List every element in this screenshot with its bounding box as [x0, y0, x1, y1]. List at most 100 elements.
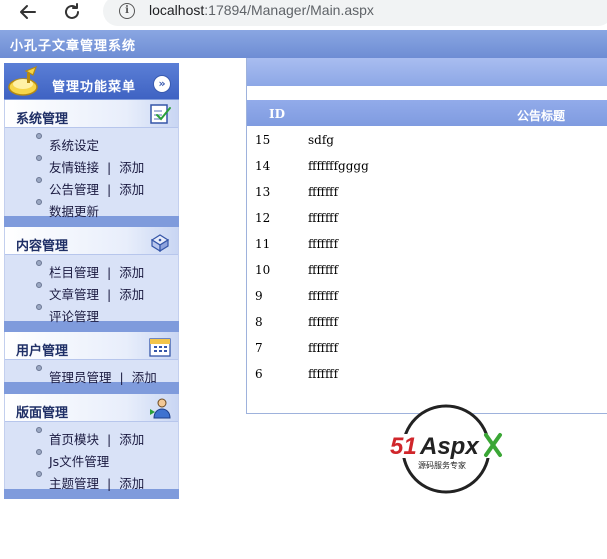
brand-text: Aspx: [419, 433, 480, 460]
bullet-icon: [36, 133, 42, 139]
menu-item-comments: 评论管理: [5, 299, 178, 324]
menu-item-system-settings: 系统设定: [5, 128, 178, 153]
cell-title[interactable]: fffffff: [308, 367, 338, 381]
crown-logo-icon: [8, 65, 38, 96]
group-title: 系统管理: [16, 112, 69, 127]
cell-title[interactable]: fffffff: [308, 341, 338, 355]
table-header: ID 公告标题: [247, 100, 607, 126]
cell-title[interactable]: sdfg: [308, 133, 334, 147]
app-title: 小孔子文章管理系统: [10, 39, 137, 54]
user-icon: [150, 398, 171, 419]
menu-group-users: 用户管理 管理员管理 | 添加: [4, 332, 179, 385]
menu-item-friend-links: 友情链接 | 添加: [5, 150, 178, 175]
info-icon[interactable]: i: [119, 3, 135, 19]
reload-button[interactable]: [58, 0, 86, 24]
group-header[interactable]: 版面管理: [5, 394, 178, 422]
table-row: 14 fffffffgggg: [247, 154, 607, 180]
bullet-icon: [36, 304, 42, 310]
cell-id: 13: [255, 185, 271, 199]
group-header[interactable]: 用户管理: [5, 332, 178, 360]
menu-item-announcements: 公告管理 | 添加: [5, 172, 178, 197]
link-add-theme[interactable]: 添加: [119, 476, 144, 491]
bullet-icon: [36, 282, 42, 288]
bullet-icon: [36, 155, 42, 161]
group-title: 内容管理: [16, 239, 69, 254]
cell-id: 10: [255, 263, 271, 277]
table-row: 13 fffffff: [247, 180, 607, 206]
menu-item-homepage-modules: 首页模块 | 添加: [5, 422, 178, 447]
sidebar-menu: 管理功能菜单 » 系统管理 系统设定 友情链接 | 添加 公告管理 | 添加 数据更新 …: [4, 63, 179, 499]
menu-header: 管理功能菜单 »: [4, 63, 179, 99]
bullet-icon: [36, 365, 42, 371]
brand-tagline: 源码服务专家: [418, 460, 466, 470]
table-row: 8 fffffff: [247, 310, 607, 336]
cell-id: 6: [255, 367, 263, 381]
menu-item-data-update: 数据更新: [5, 194, 178, 219]
table-row: 7 fffffff: [247, 336, 607, 362]
menu-item-categories: 栏目管理 | 添加: [5, 255, 178, 280]
cell-id: 15: [255, 133, 271, 147]
link-admins[interactable]: 管理员管理: [49, 370, 112, 385]
double-chevron-down-icon[interactable]: »: [153, 75, 171, 93]
menu-item-js-files: Js文件管理: [5, 444, 178, 469]
group-header[interactable]: 系统管理: [5, 100, 178, 128]
bullet-icon: [36, 449, 42, 455]
browser-toolbar: i localhost:17894/Manager/Main.aspx: [0, 0, 607, 28]
app-header: 小孔子文章管理系统: [0, 30, 607, 58]
cell-title[interactable]: fffffffgggg: [308, 159, 369, 173]
bullet-icon: [36, 199, 42, 205]
table-row: 6 fffffff: [247, 362, 607, 388]
announcement-panel: ID 公告标题 15 sdfg 14 fffffffgggg 13 fffffff 1…: [246, 58, 607, 414]
table-row: 15 sdfg: [247, 128, 607, 154]
link-add-admin[interactable]: 添加: [132, 370, 157, 385]
group-header[interactable]: 内容管理: [5, 227, 178, 255]
arrow-left-icon: [20, 5, 36, 19]
brand-number: 51: [390, 433, 417, 460]
bullet-icon: [36, 260, 42, 266]
separator: |: [107, 476, 112, 491]
menu-group-system: 系统管理 系统设定 友情链接 | 添加 公告管理 | 添加 数据更新: [4, 100, 179, 219]
dice-icon: [150, 234, 170, 252]
calendar-icon: [149, 338, 171, 357]
panel-header-bar: [247, 58, 607, 86]
menu-item-themes: 主题管理 | 添加: [5, 466, 178, 491]
menu-group-content: 内容管理 栏目管理 | 添加 文章管理 | 添加 评论管理: [4, 227, 179, 324]
group-title: 版面管理: [16, 406, 69, 421]
column-header-title: 公告标题: [517, 109, 566, 123]
table-row: 10 fffffff: [247, 258, 607, 284]
cell-id: 7: [255, 341, 263, 355]
51aspx-watermark-logo: 51 Aspx 源码服务专家: [388, 404, 512, 494]
cell-id: 11: [255, 237, 271, 251]
back-button[interactable]: [14, 0, 42, 24]
cell-title[interactable]: fffffff: [308, 263, 338, 277]
cell-id: 12: [255, 211, 271, 225]
cell-id: 9: [255, 289, 263, 303]
link-themes[interactable]: 主题管理: [49, 476, 99, 491]
table-row: 12 fffffff: [247, 206, 607, 232]
bullet-icon: [36, 471, 42, 477]
bullet-icon: [36, 427, 42, 433]
cell-id: 8: [255, 315, 263, 329]
cell-id: 14: [255, 159, 271, 173]
menu-title: 管理功能菜单: [52, 80, 137, 95]
link-data-update[interactable]: 数据更新: [49, 204, 99, 219]
table-row: 9 fffffff: [247, 284, 607, 310]
column-header-id: ID: [269, 107, 286, 121]
cell-title[interactable]: fffffff: [308, 237, 338, 251]
bullet-icon: [36, 177, 42, 183]
cell-title[interactable]: fffffff: [308, 289, 338, 303]
menu-item-admins: 管理员管理 | 添加: [5, 360, 178, 385]
cell-title[interactable]: fffffff: [308, 315, 338, 329]
menu-item-articles: 文章管理 | 添加: [5, 277, 178, 302]
address-bar[interactable]: i localhost:17894/Manager/Main.aspx: [103, 0, 607, 26]
cell-title[interactable]: fffffff: [308, 185, 338, 199]
separator: |: [119, 370, 124, 385]
group-title: 用户管理: [16, 344, 69, 359]
menu-group-layout: 版面管理 首页模块 | 添加 Js文件管理 主题管理 | 添加: [4, 394, 179, 491]
checklist-icon: [150, 104, 171, 124]
link-comments[interactable]: 评论管理: [49, 309, 99, 324]
url-text[interactable]: localhost:17894/Manager/Main.aspx: [149, 2, 374, 18]
cell-title[interactable]: fffffff: [308, 211, 338, 225]
reload-icon: [65, 3, 79, 19]
table-row: 11 fffffff: [247, 232, 607, 258]
